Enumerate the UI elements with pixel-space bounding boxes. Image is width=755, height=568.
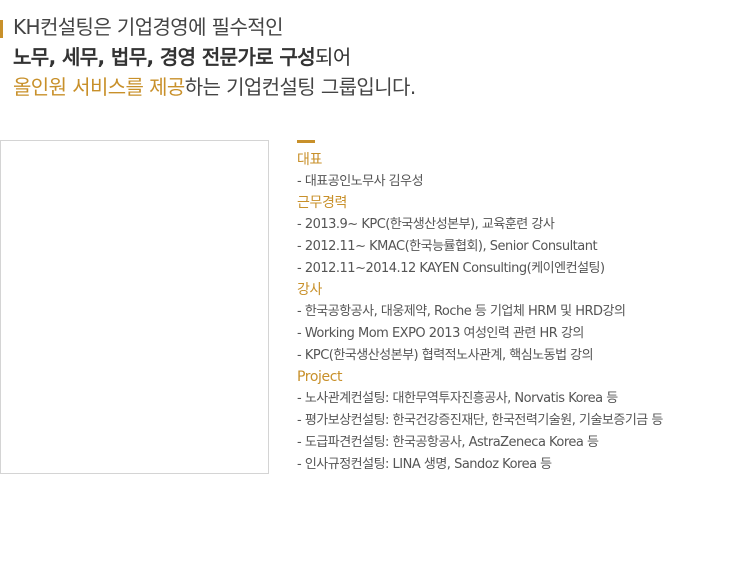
section-title: 근무경력 [297, 195, 347, 211]
list-item: - 인사규정컨설팅: LINA 생명, Sandoz Korea 등 [297, 457, 552, 472]
section-title: Project [297, 369, 343, 385]
list-item: - KPC(한국생산성본부) 협력적노사관계, 핵심노동법 강의 [297, 348, 594, 363]
headline-line-2: 노무, 세무, 법무, 경영 전문가로 구성되어 [13, 42, 351, 72]
profile-section-ceo: 대표 - 대표공인노무사 김우성 [297, 150, 755, 193]
headline-line-1: KH컨설팅은 기업경영에 필수적인 [13, 15, 283, 39]
list-item: - 도급파견컨설팅: 한국공항공사, AstraZeneca Korea 등 [297, 435, 599, 450]
headline-accent-bar [0, 20, 3, 38]
list-item: - 2012.11~ KMAC(한국능률협회), Senior Consulta… [297, 239, 598, 254]
headline-line-3-rest: 하는 기업컨설팅 그룹입니다. [184, 75, 416, 99]
list-item: - 2013.9~ KPC(한국생산성본부), 교육훈련 강사 [297, 217, 555, 232]
profile-section-project: Project - 노사관계컨설팅: 대한무역투자진흥공사, Norvatis … [297, 367, 755, 476]
profile-section-lecturer: 강사 - 한국공항공사, 대웅제약, Roche 등 기업체 HRM 및 HRD… [297, 280, 755, 367]
headline-bold-text: 노무, 세무, 법무, 경영 전문가로 구성 [13, 45, 316, 69]
profile-section-career: 근무경력 - 2013.9~ KPC(한국생산성본부), 교육훈련 강사 - 2… [297, 193, 755, 280]
headline-line-2-rest: 되어 [315, 45, 351, 69]
headline-line-3: 올인원 서비스를 제공하는 기업컨설팅 그룹입니다. [13, 72, 416, 102]
headline-accent-text: 올인원 서비스를 제공 [13, 75, 185, 99]
list-item: - 대표공인노무사 김우성 [297, 174, 424, 189]
profile-photo-frame [0, 140, 269, 474]
list-item: - 노사관계컨설팅: 대한무역투자진흥공사, Norvatis Korea 등 [297, 391, 618, 406]
list-item: - Working Mom EXPO 2013 여성인력 관련 HR 강의 [297, 326, 584, 341]
section-title: 대표 [297, 152, 322, 168]
list-item: - 평가보상컨설팅: 한국건강증진재단, 한국전력기술원, 기술보증기금 등 [297, 413, 663, 428]
list-item: - 2012.11~2014.12 KAYEN Consulting(케이엔컨설… [297, 261, 605, 276]
profile-details: 대표 - 대표공인노무사 김우성 근무경력 - 2013.9~ KPC(한국생산… [297, 140, 755, 476]
profile-accent-rule [297, 140, 315, 143]
section-title: 강사 [297, 282, 322, 298]
list-item: - 한국공항공사, 대웅제약, Roche 등 기업체 HRM 및 HRD강의 [297, 304, 626, 319]
